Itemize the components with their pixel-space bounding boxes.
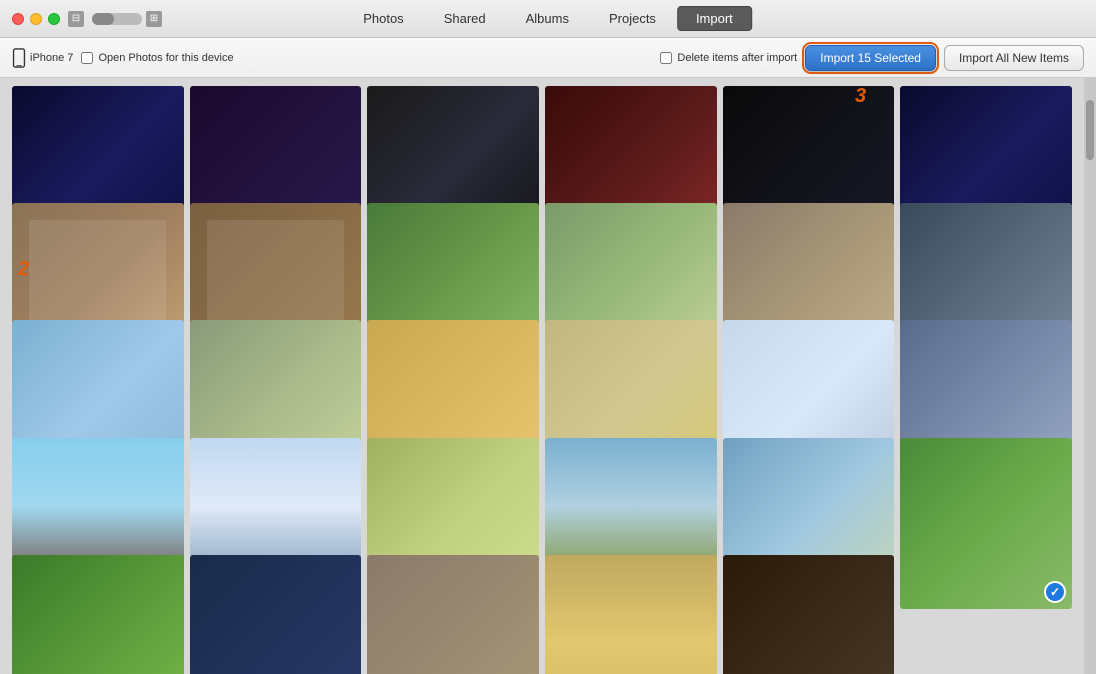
photo-image-27 <box>367 555 539 674</box>
open-photos-checkbox[interactable] <box>81 52 93 64</box>
iphone-icon <box>12 48 26 68</box>
grid-view-icon[interactable]: ⊞ <box>146 11 162 27</box>
delete-items-label: Delete items after import <box>677 52 797 64</box>
tab-photos[interactable]: Photos <box>344 6 422 31</box>
annotation-2: 2 <box>18 258 29 281</box>
nav-tabs: Photos Shared Albums Projects Import <box>344 6 752 31</box>
annotation-3: 3 <box>855 85 866 108</box>
minimize-button[interactable] <box>30 13 42 25</box>
title-bar: ⊟ ⊞ Photos Shared Albums Projects Import <box>0 0 1096 38</box>
photo-image-25 <box>12 555 184 674</box>
delete-items-checkbox-group[interactable]: Delete items after import <box>660 52 797 64</box>
sidebar-toggle-icon[interactable]: ⊟ <box>68 11 84 27</box>
toolbar: iPhone 7 Open Photos for this device Del… <box>0 38 1096 78</box>
photo-image-26 <box>190 555 362 674</box>
main-content <box>0 78 1096 674</box>
device-info: iPhone 7 <box>12 48 73 68</box>
photo-cell-26[interactable] <box>190 555 362 674</box>
import-new-button[interactable]: Import All New Items <box>944 45 1084 71</box>
photo-cell-29[interactable] <box>723 555 895 674</box>
traffic-lights <box>0 13 60 25</box>
import-selected-button[interactable]: Import 15 Selected <box>805 45 936 71</box>
photo-image-29 <box>723 555 895 674</box>
photo-cell-28[interactable] <box>545 555 717 674</box>
tab-shared[interactable]: Shared <box>425 6 505 31</box>
tab-import[interactable]: Import <box>677 6 752 31</box>
device-name-label: iPhone 7 <box>30 52 73 64</box>
tab-projects[interactable]: Projects <box>590 6 675 31</box>
tab-albums[interactable]: Albums <box>507 6 588 31</box>
photo-cell-27[interactable] <box>367 555 539 674</box>
delete-items-checkbox[interactable] <box>660 52 672 64</box>
open-photos-label: Open Photos for this device <box>98 52 233 64</box>
photo-grid <box>0 78 1084 674</box>
maximize-button[interactable] <box>48 13 60 25</box>
photo-image-28 <box>545 555 717 674</box>
scrollbar[interactable] <box>1084 78 1096 674</box>
photo-cell-25[interactable] <box>12 555 184 674</box>
window-icons: ⊟ ⊞ <box>68 11 162 27</box>
scrollbar-thumb[interactable] <box>1086 100 1094 160</box>
close-button[interactable] <box>12 13 24 25</box>
photo-cell-24[interactable] <box>900 438 1072 610</box>
open-photos-checkbox-group[interactable]: Open Photos for this device <box>81 52 233 64</box>
